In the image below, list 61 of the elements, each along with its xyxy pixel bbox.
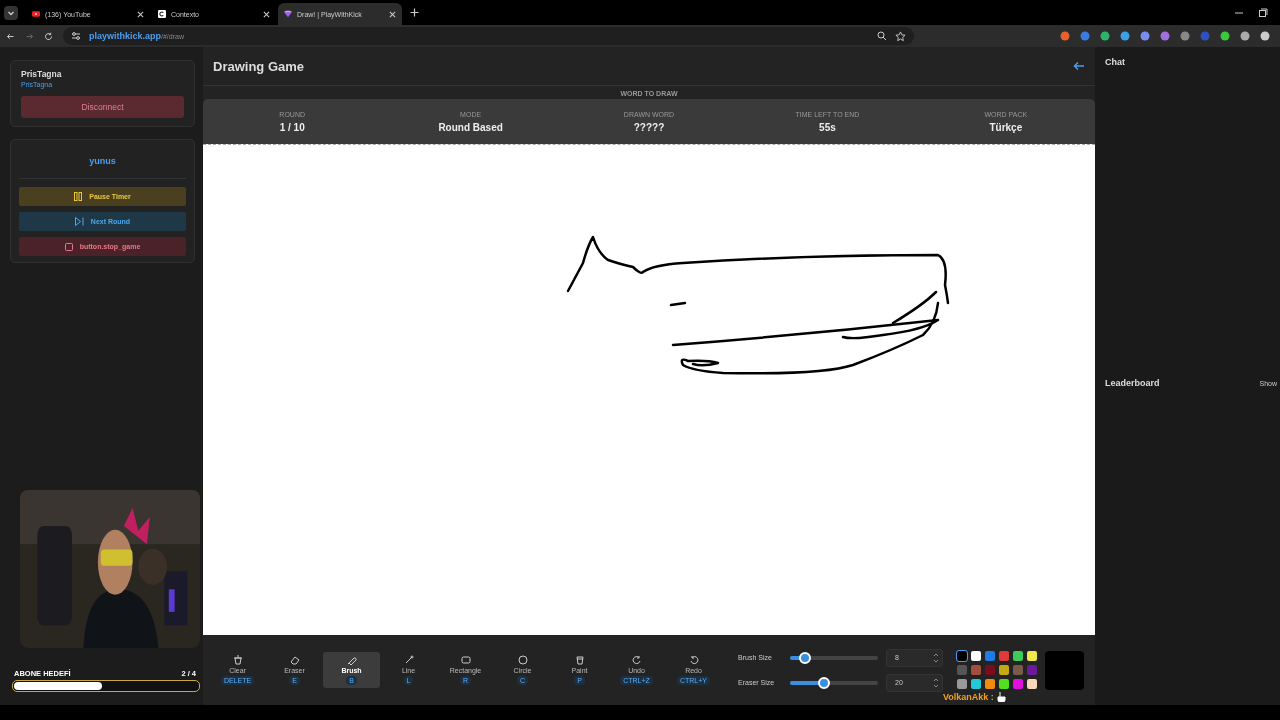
spinner-icon[interactable] — [933, 676, 939, 689]
restore-icon[interactable] — [1258, 8, 1268, 18]
site-settings-icon[interactable] — [71, 31, 81, 41]
color-swatch[interactable] — [971, 651, 981, 661]
close-icon[interactable] — [263, 10, 270, 18]
eraser-icon — [289, 655, 300, 665]
brush-icon — [346, 655, 357, 665]
undo-icon — [631, 655, 642, 665]
close-icon[interactable] — [137, 10, 144, 18]
color-swatch[interactable] — [1027, 651, 1037, 661]
color-swatch[interactable] — [1013, 651, 1023, 661]
zoom-icon[interactable] — [877, 30, 887, 41]
color-swatch[interactable] — [985, 679, 995, 689]
square-icon — [158, 10, 166, 18]
stop-icon — [64, 242, 73, 251]
color-swatch[interactable] — [999, 651, 1009, 661]
color-swatch[interactable] — [971, 665, 981, 675]
user-name: PrisTagna — [21, 69, 63, 79]
chat-title: Chat — [1105, 57, 1126, 67]
video-icon — [32, 10, 40, 18]
color-swatch[interactable] — [1013, 679, 1023, 689]
color-swatch[interactable] — [985, 665, 995, 675]
gem-icon — [284, 10, 292, 18]
line-icon — [403, 655, 414, 665]
rectangle-icon — [460, 655, 471, 665]
color-swatch[interactable] — [971, 679, 981, 689]
forward-icon[interactable] — [25, 31, 34, 41]
spinner-icon[interactable] — [933, 651, 939, 664]
stat-value: Türkçe — [989, 121, 1023, 133]
reload-icon[interactable] — [44, 31, 53, 41]
color-swatch[interactable] — [999, 665, 1009, 675]
new-tab-icon[interactable] — [410, 8, 419, 17]
pause-icon — [74, 192, 83, 201]
chat-message: VolkanAkk : — [943, 691, 994, 702]
disconnect-button[interactable]: Disconnect — [21, 96, 184, 118]
leaderboard-title: Leaderboard — [1105, 378, 1160, 388]
color-swatch[interactable] — [999, 679, 1009, 689]
game-title: Drawing Game — [213, 58, 305, 74]
color-swatch[interactable] — [957, 679, 967, 689]
color-swatch[interactable] — [1027, 665, 1037, 675]
close-icon[interactable] — [389, 10, 396, 18]
back-icon[interactable] — [6, 31, 15, 41]
stat-value: ????? — [633, 121, 665, 133]
stat-value: 55s — [819, 121, 836, 133]
trash-icon — [232, 655, 243, 665]
back-arrow-icon[interactable] — [1073, 60, 1085, 72]
color-swatch[interactable] — [1027, 679, 1037, 689]
bucket-icon — [574, 655, 585, 665]
redo-icon — [688, 655, 699, 665]
stat-value: Round Based — [438, 121, 503, 133]
color-swatch[interactable] — [985, 651, 995, 661]
stat-value: 1 / 10 — [279, 121, 305, 133]
color-swatch[interactable] — [957, 651, 967, 661]
star-icon[interactable] — [895, 30, 906, 42]
skip-icon — [74, 217, 84, 226]
hand-icon — [996, 691, 1006, 702]
circle-icon — [517, 655, 528, 665]
color-swatch[interactable] — [1013, 665, 1023, 675]
host-name: yunus — [88, 155, 117, 168]
color-swatch[interactable] — [957, 665, 967, 675]
tab-search-button[interactable] — [4, 5, 18, 20]
